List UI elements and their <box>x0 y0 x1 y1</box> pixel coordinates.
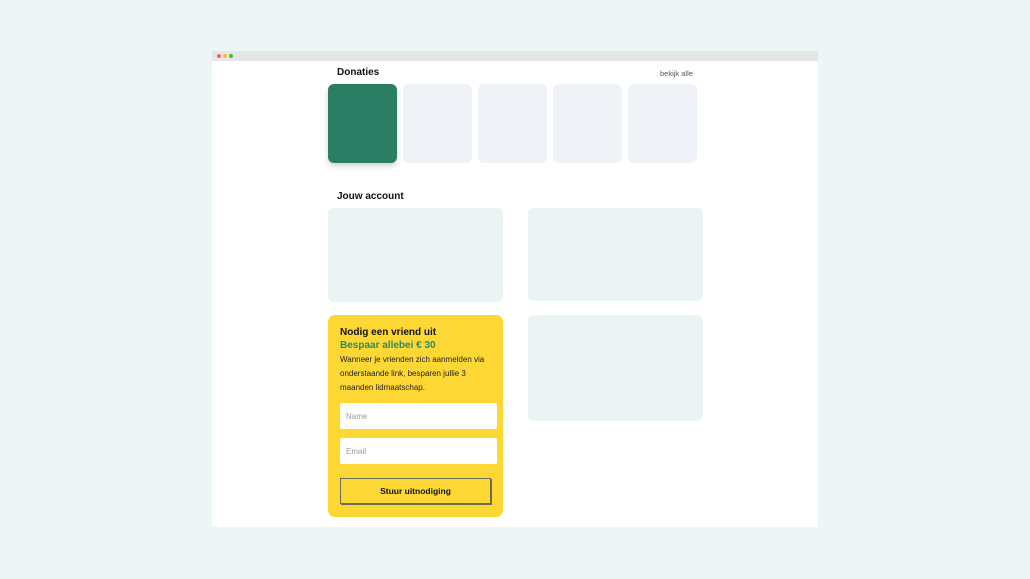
account-card-placeholder[interactable] <box>528 208 703 301</box>
close-window-icon[interactable] <box>217 54 221 58</box>
send-invitation-button[interactable]: Stuur uitnodiging <box>340 478 491 504</box>
name-input[interactable] <box>340 403 497 429</box>
view-all-donations-link[interactable]: bekijk alle <box>660 69 693 78</box>
window-titlebar <box>212 51 818 61</box>
account-heading: Jouw account <box>337 191 404 202</box>
donation-card-placeholder[interactable] <box>403 84 472 163</box>
donation-card-placeholder[interactable] <box>553 84 622 163</box>
account-card-placeholder[interactable] <box>528 315 703 421</box>
donation-card-placeholder[interactable] <box>478 84 547 163</box>
invite-title: Nodig een vriend uit <box>340 327 437 338</box>
account-card-placeholder[interactable] <box>328 208 503 302</box>
donation-card-selected[interactable] <box>328 84 397 163</box>
donation-card-placeholder[interactable] <box>628 84 697 163</box>
minimize-window-icon[interactable] <box>223 54 227 58</box>
browser-window: Donaties bekijk alle Jouw account Nodig … <box>212 51 818 527</box>
donations-heading: Donaties <box>337 67 380 78</box>
invite-description: Wanneer je vrienden zich aanmelden via o… <box>340 355 485 392</box>
maximize-window-icon[interactable] <box>229 54 233 58</box>
invite-savings: Bespaar allebei € 30 <box>340 340 436 351</box>
invite-friend-card: Nodig een vriend uit Bespaar allebei € 3… <box>328 315 503 517</box>
email-input[interactable] <box>340 438 497 464</box>
